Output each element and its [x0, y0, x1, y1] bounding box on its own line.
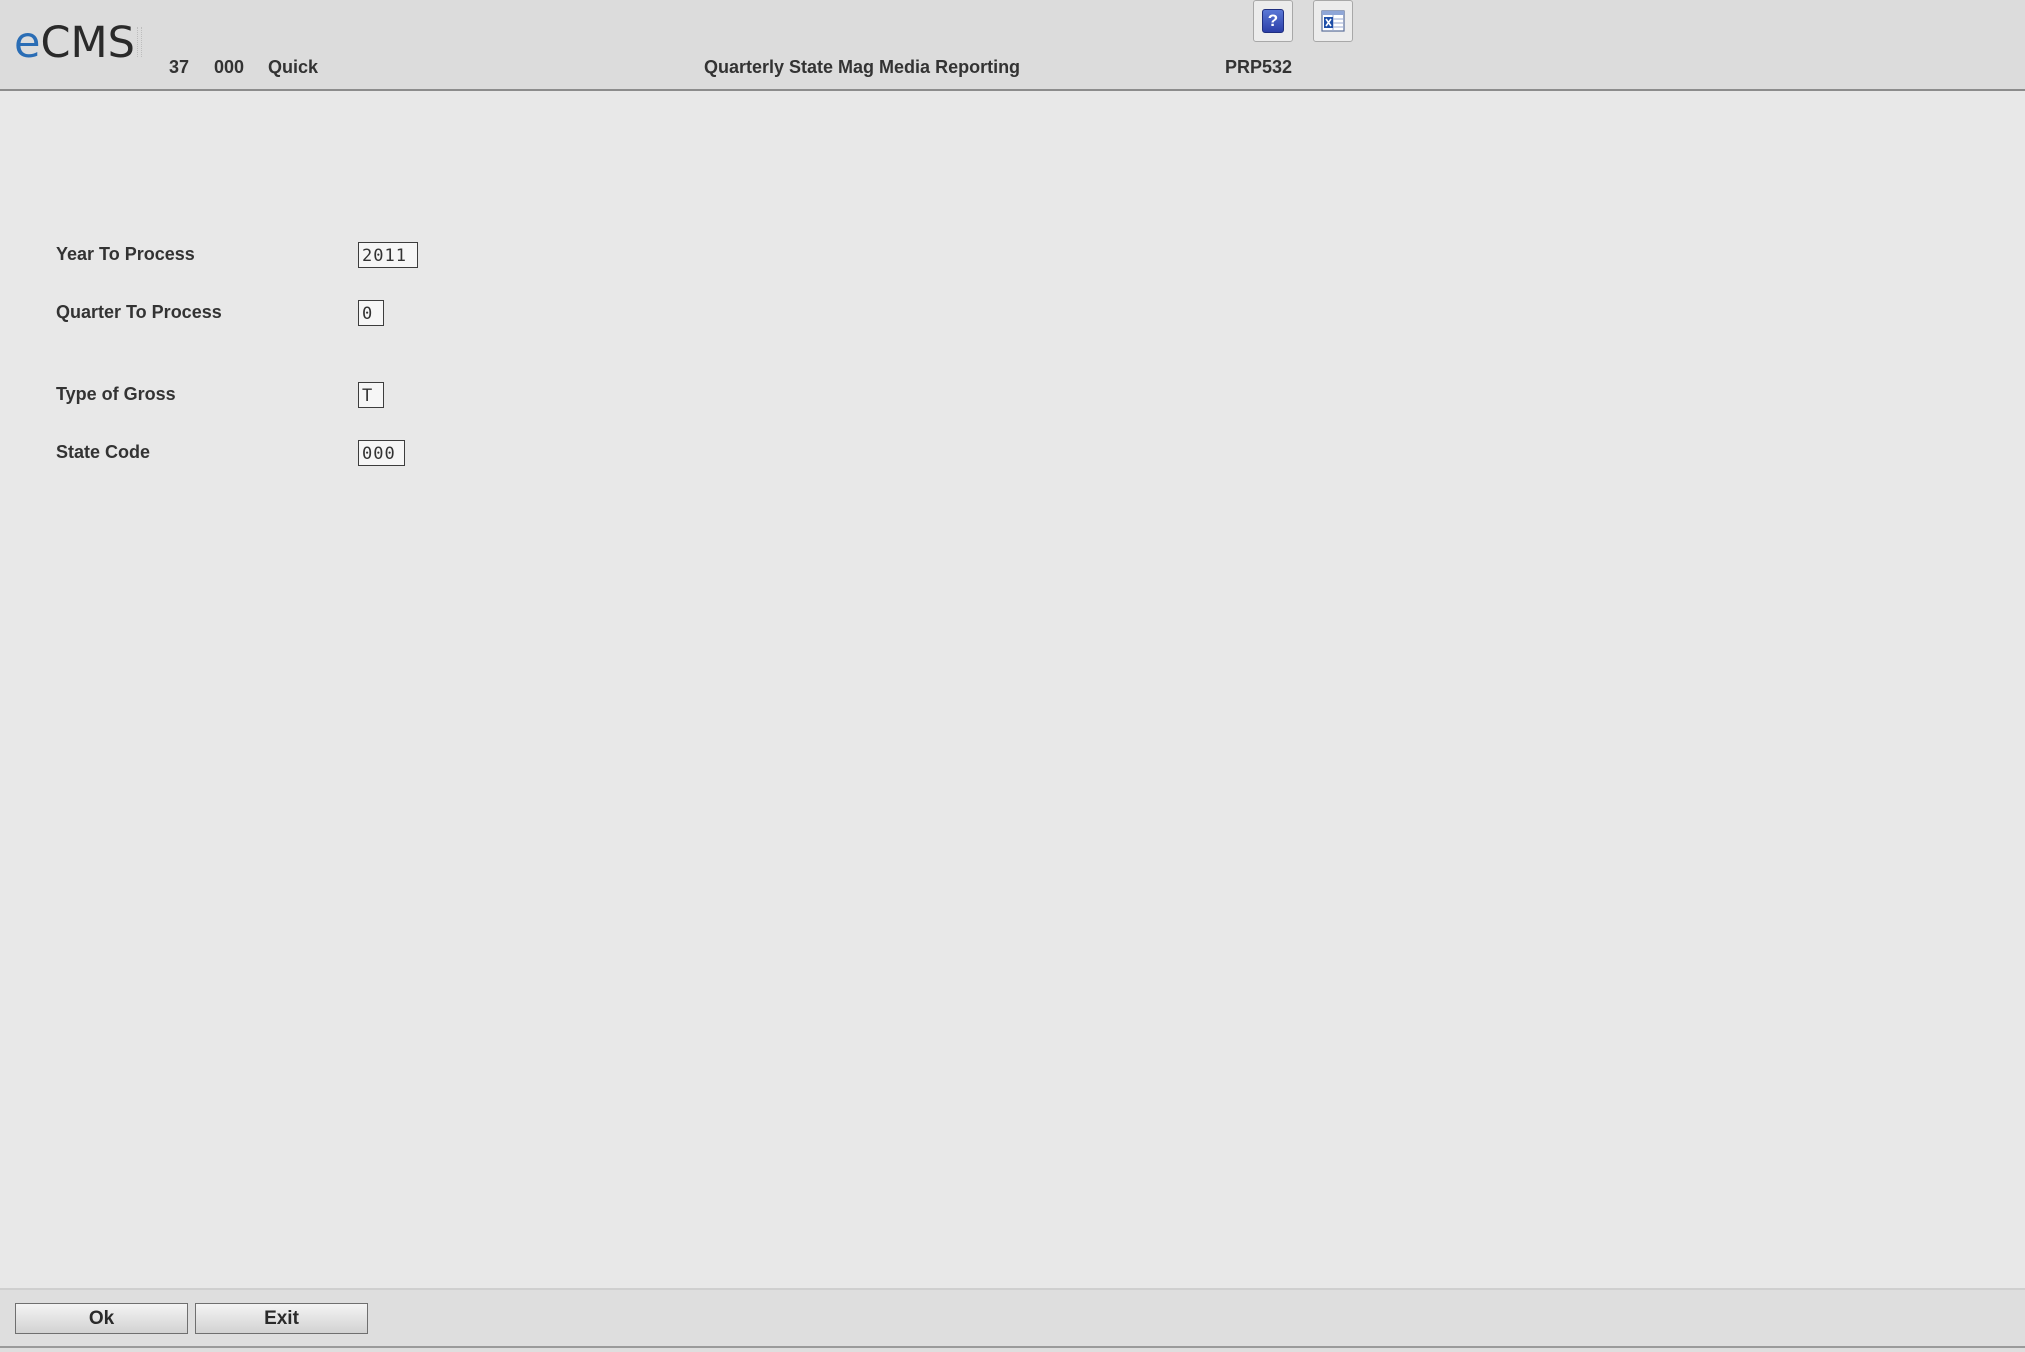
footer-divider [0, 1346, 2025, 1348]
exit-button[interactable]: Exit [195, 1303, 368, 1334]
user-name: Quick [268, 57, 319, 77]
ok-button[interactable]: Ok [15, 1303, 188, 1334]
division-number: 000 [214, 57, 245, 77]
company-number: 37 [169, 57, 190, 77]
logo-separator [137, 27, 142, 57]
quarter-label: Quarter To Process [56, 302, 222, 322]
quarter-input[interactable] [358, 300, 384, 326]
logo-prefix: e [14, 18, 41, 68]
gross-type-label: Type of Gross [56, 384, 176, 404]
logo-suffix: CMS [40, 18, 135, 68]
year-input[interactable] [358, 242, 418, 268]
ecms-logo: eCMS [14, 18, 135, 68]
help-button[interactable]: ? [1253, 0, 1293, 42]
header-bar: eCMS 37 000 Quick Quarterly State Mag Me… [0, 0, 2025, 91]
page-title: Quarterly State Mag Media Reporting [704, 57, 1021, 77]
excel-export-button[interactable] [1313, 0, 1353, 42]
footer-bar: Ok Exit [0, 1288, 2025, 1352]
form-area: Year To Process Quarter To Process Type … [0, 91, 2025, 1287]
state-code-input[interactable] [358, 440, 405, 466]
help-icon: ? [1262, 9, 1284, 33]
excel-export-icon [1321, 10, 1345, 32]
gross-type-input[interactable] [358, 382, 384, 408]
state-code-label: State Code [56, 442, 151, 462]
year-label: Year To Process [56, 244, 195, 264]
program-id: PRP532 [1225, 57, 1293, 77]
